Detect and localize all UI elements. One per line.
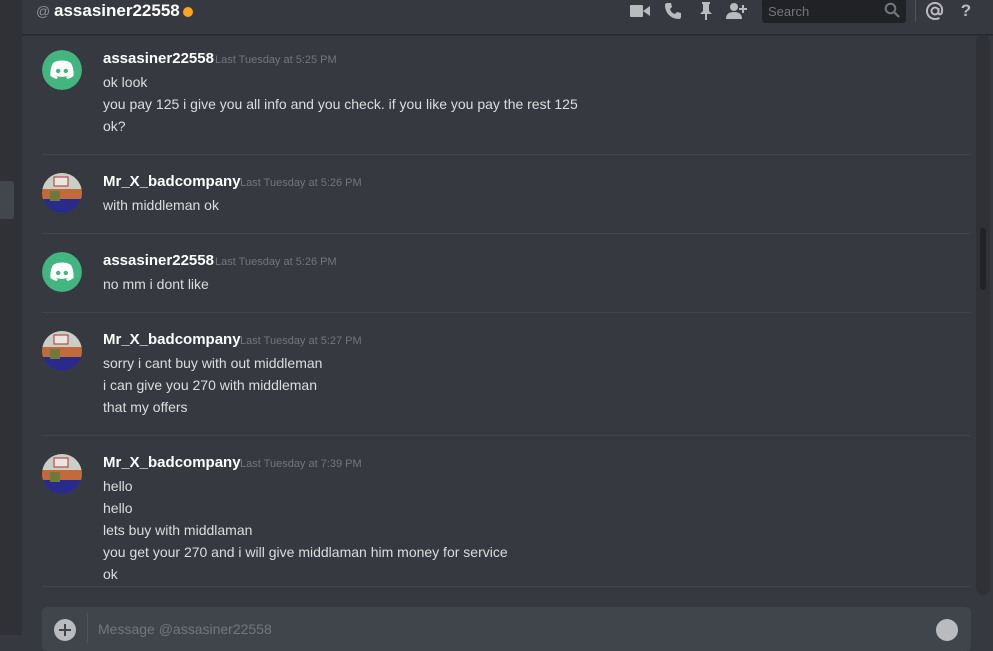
discord-logo-avatar[interactable] xyxy=(42,252,82,292)
message-group: assasiner22558 Last Tuesday at 5:25 PM o… xyxy=(42,50,971,140)
message-text: you get your 270 and i will give middlam… xyxy=(103,544,508,560)
add-member-icon[interactable] xyxy=(726,0,748,22)
message-text: ok xyxy=(103,566,118,582)
message-text: ok look xyxy=(103,74,148,90)
message-timestamp: Last Tuesday at 5:26 PM xyxy=(215,256,337,268)
idle-status-dot xyxy=(183,7,193,17)
message-timestamp: Last Tuesday at 7:39 PM xyxy=(240,458,362,470)
message-divider xyxy=(42,154,971,155)
user-photo-avatar[interactable] xyxy=(42,454,82,494)
server-sidebar-edge xyxy=(0,0,22,635)
message-text: i can give you 270 with middleman xyxy=(103,377,318,393)
video-icon[interactable] xyxy=(629,0,651,22)
message-author[interactable]: Mr_X_badcompany xyxy=(103,454,241,471)
dm-title: assasiner22558 xyxy=(54,1,180,20)
message-input[interactable] xyxy=(98,619,898,639)
search-box[interactable] xyxy=(762,0,906,23)
upload-plus-icon[interactable] xyxy=(54,619,76,641)
message-text: no mm i dont like xyxy=(103,276,209,292)
mention-icon[interactable] xyxy=(924,0,946,22)
search-icon xyxy=(884,2,900,18)
message-divider xyxy=(42,435,971,436)
pin-icon[interactable] xyxy=(695,0,717,22)
channel-sidebar-tab[interactable] xyxy=(0,181,14,219)
scrollbar-thumb[interactable] xyxy=(980,228,986,290)
message-group: Mr_X_badcompany Last Tuesday at 7:39 PM … xyxy=(42,454,971,588)
message-text: lets buy with middlaman xyxy=(103,522,253,538)
search-input[interactable] xyxy=(768,0,878,23)
message-composer xyxy=(42,607,971,651)
message-author[interactable]: assasiner22558 xyxy=(103,252,214,269)
scrollbar-track[interactable] xyxy=(976,35,990,595)
message-list: assasiner22558 Last Tuesday at 5:25 PM o… xyxy=(22,35,971,595)
phone-icon[interactable] xyxy=(662,0,684,22)
message-text: you pay 125 i give you all info and you … xyxy=(103,96,578,112)
message-text: ok? xyxy=(103,118,126,134)
help-icon[interactable]: ? xyxy=(955,0,977,22)
channel-header: @ assasiner22558 ? xyxy=(22,0,993,35)
message-divider xyxy=(42,586,971,587)
message-text: with middleman ok xyxy=(103,197,219,213)
message-group: Mr_X_badcompany Last Tuesday at 5:26 PM … xyxy=(42,173,971,217)
message-text: sorry i cant buy with out middleman xyxy=(103,355,323,371)
message-author[interactable]: Mr_X_badcompany xyxy=(103,173,241,190)
message-text: hello xyxy=(103,478,133,494)
message-divider xyxy=(42,312,971,313)
message-author[interactable]: Mr_X_badcompany xyxy=(103,331,241,348)
composer-divider xyxy=(87,613,88,643)
message-text: that my offers xyxy=(103,399,188,415)
message-author[interactable]: assasiner22558 xyxy=(103,50,214,67)
message-group: Mr_X_badcompany Last Tuesday at 5:27 PM … xyxy=(42,331,971,421)
message-timestamp: Last Tuesday at 5:27 PM xyxy=(240,335,362,347)
message-group: assasiner22558 Last Tuesday at 5:26 PM n… xyxy=(42,252,971,296)
discord-logo-avatar[interactable] xyxy=(42,50,82,90)
header-divider xyxy=(915,0,916,22)
emoji-icon[interactable] xyxy=(936,619,958,641)
message-text: hello xyxy=(103,500,133,516)
message-timestamp: Last Tuesday at 5:25 PM xyxy=(215,54,337,66)
message-timestamp: Last Tuesday at 5:26 PM xyxy=(240,177,362,189)
at-symbol: @ xyxy=(36,3,51,19)
message-divider xyxy=(42,233,971,234)
user-photo-avatar[interactable] xyxy=(42,173,82,213)
user-photo-avatar[interactable] xyxy=(42,331,82,371)
